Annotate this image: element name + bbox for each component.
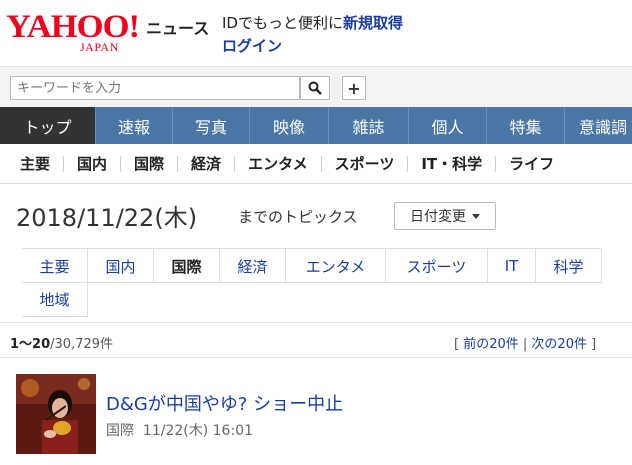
logo-subtext: JAPAN: [80, 40, 119, 54]
article-timestamp: 11/22(木) 16:01: [142, 423, 253, 439]
nav-item-magazines[interactable]: 雑誌: [329, 107, 409, 144]
subnav-item-it-science[interactable]: IT・科学: [408, 155, 497, 172]
main-nav: トップ 速報 写真 映像 雑誌 個人 特集 意識調: [0, 107, 632, 144]
article-title-link[interactable]: D&Gが中国やゆ? ショー中止: [106, 390, 343, 416]
nav-item-features[interactable]: 特集: [487, 107, 565, 144]
pager-separator: |: [518, 337, 532, 352]
subnav-item-economy[interactable]: 経済: [178, 155, 236, 172]
prev-page-link[interactable]: 前の20件: [463, 337, 519, 352]
results-total: /30,729件: [50, 337, 114, 352]
pagination: [ 前の20件 | 次の20件 ]: [454, 333, 596, 352]
service-name[interactable]: ニュース: [146, 15, 209, 39]
nav-item-top[interactable]: トップ: [0, 107, 96, 144]
search-icon: [308, 81, 322, 95]
nav-item-breaking[interactable]: 速報: [96, 107, 173, 144]
results-header: 1〜20/30,729件 [ 前の20件 | 次の20件 ]: [0, 322, 632, 358]
tab-region[interactable]: 地域: [22, 283, 88, 317]
chevron-down-icon: [472, 213, 480, 219]
yahoo-japan-logo[interactable]: YAHOO! JAPAN: [6, 10, 142, 56]
category-nav: 主要 国内 国際 経済 エンタメ スポーツ IT・科学 ライフ: [0, 144, 632, 184]
tab-international[interactable]: 国際: [154, 249, 220, 283]
promo-text: IDでもっと便利に: [222, 14, 343, 32]
tab-main[interactable]: 主要: [22, 249, 88, 283]
article-meta: 国際 11/22(木) 16:01: [106, 420, 253, 440]
nav-item-photos[interactable]: 写真: [173, 107, 250, 144]
tab-it[interactable]: IT: [488, 249, 536, 283]
subnav-item-international[interactable]: 国際: [121, 155, 179, 172]
nav-item-individual[interactable]: 個人: [409, 107, 487, 144]
signup-promo: IDでもっと便利に新規取得: [222, 13, 403, 33]
change-date-button[interactable]: 日付変更: [394, 202, 496, 230]
site-header: YAHOO! JAPAN ニュース IDでもっと便利に新規取得 ログイン: [0, 0, 632, 66]
list-item: D&Gが中国やゆ? ショー中止 国際 11/22(木) 16:01: [16, 374, 616, 454]
topic-date: 2018/11/22(木): [16, 204, 198, 232]
subnav-item-entertainment[interactable]: エンタメ: [235, 155, 322, 172]
logo-wordmark: YAHOO!: [6, 9, 140, 45]
category-tabs-row: 地域: [22, 283, 602, 317]
signup-link[interactable]: 新規取得: [343, 14, 403, 32]
results-count: 1〜20/30,729件: [10, 333, 113, 352]
subnav-item-sports[interactable]: スポーツ: [322, 155, 409, 172]
nav-item-video[interactable]: 映像: [250, 107, 329, 144]
subnav-item-life[interactable]: ライフ: [496, 156, 567, 172]
change-date-label: 日付変更: [410, 209, 466, 225]
search-bar: +: [0, 66, 632, 107]
subnav-item-domestic[interactable]: 国内: [64, 155, 122, 172]
pager-open-bracket: [: [454, 337, 464, 352]
tab-entertainment[interactable]: エンタメ: [286, 249, 386, 283]
subnav-item-main[interactable]: 主要: [0, 155, 65, 172]
pager-close-bracket: ]: [586, 337, 597, 352]
search-button[interactable]: [300, 76, 330, 100]
tab-science[interactable]: 科学: [536, 249, 602, 283]
category-tabs: 主要 国内 国際 経済 エンタメ スポーツ IT 科学 地域: [22, 248, 602, 317]
tab-economy[interactable]: 経済: [220, 249, 286, 283]
article-category: 国際: [106, 423, 134, 439]
results-range: 1〜20: [10, 337, 51, 352]
tab-domestic[interactable]: 国内: [88, 249, 154, 283]
date-heading: 2018/11/22(木) までのトピックス 日付変更: [16, 198, 616, 234]
thumbnail-image: [16, 374, 96, 454]
tab-sports[interactable]: スポーツ: [386, 249, 488, 283]
login-link[interactable]: ログイン: [222, 35, 282, 56]
category-tabs-row: 主要 国内 国際 経済 エンタメ スポーツ IT 科学: [22, 249, 602, 283]
add-button[interactable]: +: [342, 76, 366, 100]
topic-date-suffix: までのトピックス: [238, 208, 358, 226]
article-thumbnail[interactable]: [16, 374, 96, 454]
next-page-link[interactable]: 次の20件: [531, 337, 587, 352]
nav-item-survey[interactable]: 意識調: [565, 107, 632, 144]
search-input[interactable]: [10, 76, 300, 100]
